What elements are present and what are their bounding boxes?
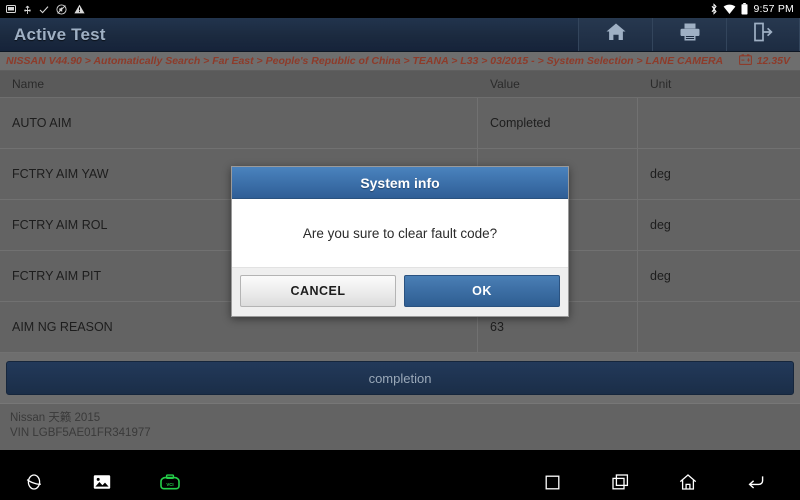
dialog-message: Are you sure to clear fault code?	[302, 225, 498, 241]
wifi-icon	[723, 4, 736, 15]
dialog-actions: CANCEL OK	[232, 267, 568, 316]
status-left-icons	[6, 3, 85, 15]
completion-button[interactable]: completion	[6, 361, 794, 395]
nav-right-group	[518, 474, 800, 495]
cell-name: AUTO AIM	[0, 98, 478, 148]
table-row[interactable]: AUTO AIM Completed	[0, 98, 800, 149]
ok-button[interactable]: OK	[404, 275, 560, 307]
breadcrumb-path: NISSAN V44.90 > Automatically Search > F…	[6, 55, 724, 67]
dialog-body: Are you sure to clear fault code?	[232, 199, 568, 267]
battery-voltage-icon	[738, 54, 752, 68]
recent-apps-button[interactable]	[586, 474, 654, 495]
breadcrumb[interactable]: NISSAN V44.90 > Automatically Search > F…	[0, 52, 800, 71]
warning-icon	[74, 4, 85, 14]
cell-value: Completed	[478, 98, 638, 148]
cancel-button[interactable]: CANCEL	[240, 275, 396, 307]
battery-icon	[741, 3, 748, 15]
stop-square-button[interactable]	[518, 475, 586, 495]
column-header-value: Value	[490, 77, 520, 91]
cell-unit: deg	[650, 269, 671, 283]
svg-text:VCI: VCI	[166, 482, 173, 487]
cell-unit: deg	[650, 167, 671, 181]
check-icon	[39, 5, 49, 14]
android-status-bar: 9:57 PM	[0, 0, 800, 18]
exit-icon	[752, 22, 774, 47]
battery-voltage: 12.35V	[738, 54, 794, 68]
completion-area: completion	[0, 353, 800, 403]
cell-unit	[638, 98, 800, 148]
cell-unit: deg	[650, 218, 671, 232]
screenshot-button[interactable]	[68, 474, 136, 495]
bluetooth-icon	[710, 3, 718, 15]
android-home-button[interactable]	[654, 474, 722, 495]
recent-apps-icon	[611, 474, 629, 495]
status-right-icons: 9:57 PM	[710, 3, 794, 15]
vehicle-info: Nissan 天籁 2015 VIN LGBF5AE01FR341977	[0, 403, 800, 450]
sd-card-icon	[6, 4, 16, 14]
exit-button[interactable]	[726, 18, 800, 51]
screenshot-icon	[93, 474, 111, 495]
back-icon	[747, 475, 765, 495]
status-clock: 9:57 PM	[753, 3, 794, 15]
back-button[interactable]	[722, 475, 790, 495]
vci-connector-icon: VCI	[159, 473, 181, 496]
browser-button[interactable]	[0, 473, 68, 496]
home-button[interactable]	[578, 18, 652, 51]
vehicle-model: Nissan 天籁 2015	[10, 412, 101, 424]
app-title-bar: Active Test	[0, 18, 800, 52]
cell-unit	[638, 302, 800, 352]
vehicle-vin: VIN LGBF5AE01FR341977	[10, 427, 151, 439]
dialog-title: System info	[232, 167, 568, 199]
home-icon	[605, 22, 627, 47]
page-title: Active Test	[14, 24, 106, 44]
toolbar-actions	[578, 18, 800, 51]
no-sound-icon	[56, 3, 67, 15]
voltage-value: 12.35V	[756, 55, 790, 67]
stop-square-icon	[545, 475, 560, 495]
print-button[interactable]	[652, 18, 726, 51]
print-icon	[679, 22, 701, 47]
android-home-icon	[679, 474, 697, 495]
table-header-row: Name Value Unit	[0, 71, 800, 98]
nav-left-group: VCI	[0, 473, 204, 496]
app-root: 9:57 PM Active Test NISSAN V44.90 > Auto…	[0, 0, 800, 500]
vci-connector-button[interactable]: VCI	[136, 473, 204, 496]
android-nav-bar: VCI	[0, 469, 800, 500]
column-header-name: Name	[12, 77, 45, 91]
column-header-unit: Unit	[650, 77, 672, 91]
system-info-dialog: System info Are you sure to clear fault …	[231, 166, 569, 317]
browser-icon	[25, 473, 43, 496]
usb-icon	[23, 4, 32, 15]
